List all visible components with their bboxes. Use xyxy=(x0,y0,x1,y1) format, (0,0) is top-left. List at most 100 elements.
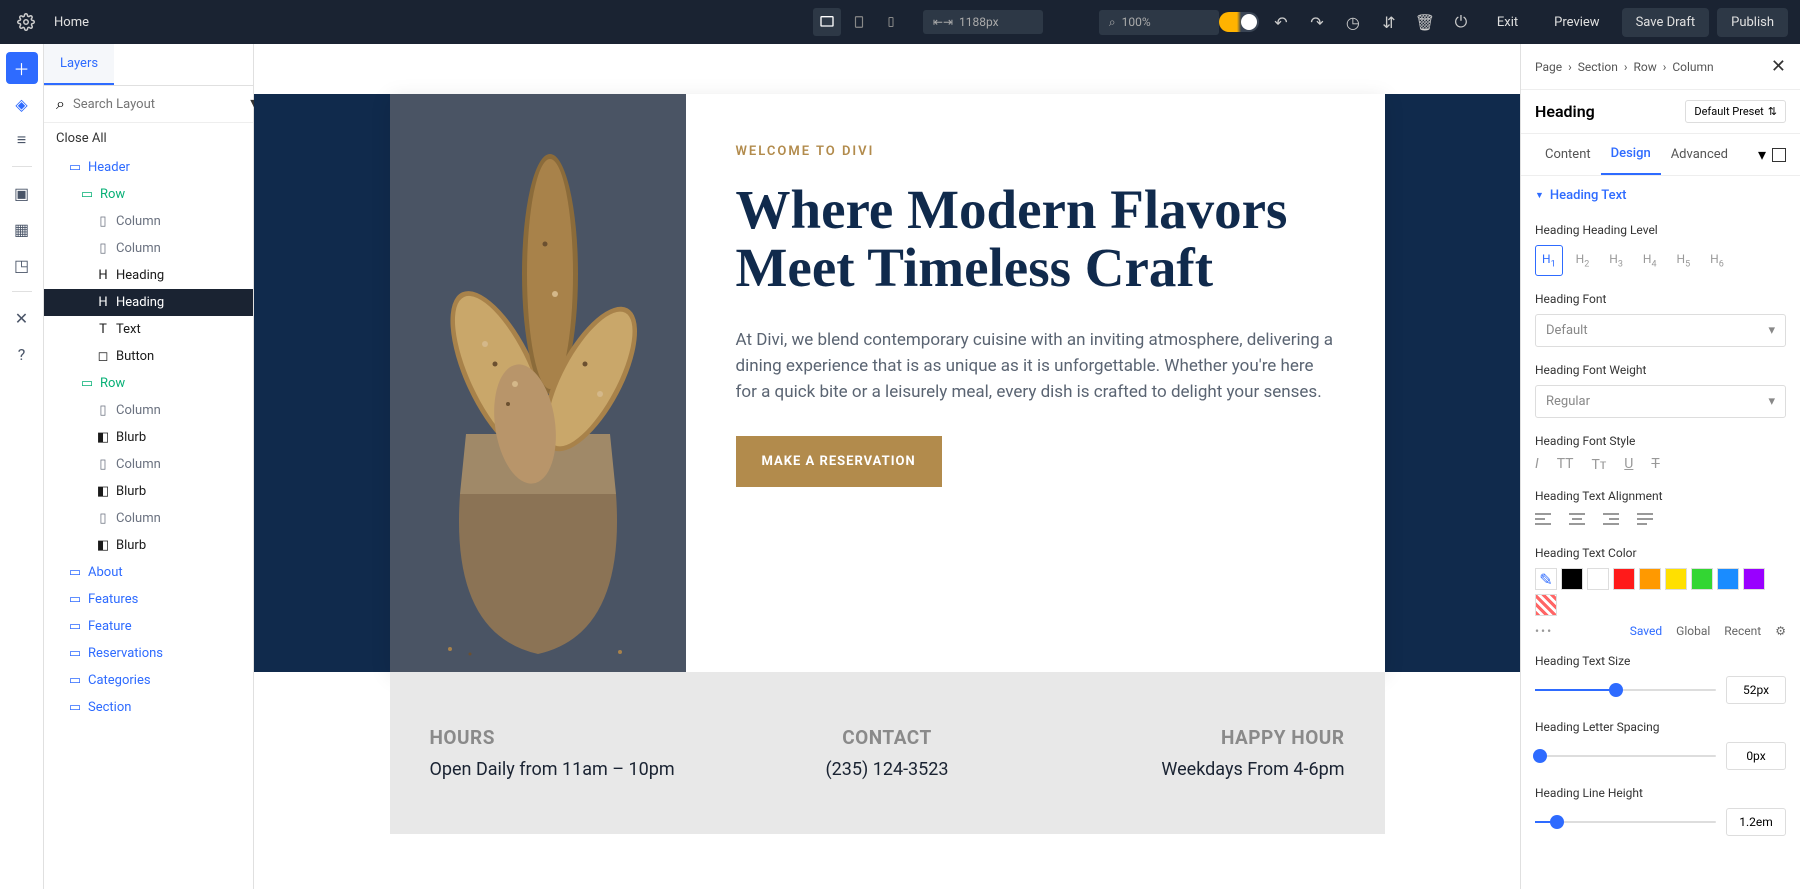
tree-item[interactable]: ▭Row xyxy=(44,370,253,397)
chevron-down-icon[interactable]: ▾ xyxy=(1758,145,1766,164)
tree-item[interactable]: HHeading xyxy=(44,289,253,316)
color-swatch[interactable] xyxy=(1587,568,1609,590)
align-left-icon[interactable] xyxy=(1535,511,1551,530)
help-icon[interactable]: ? xyxy=(6,338,38,370)
tree-item[interactable]: ▭Features xyxy=(44,586,253,613)
library-icon[interactable]: ▦ xyxy=(6,213,38,245)
main-heading[interactable]: Where Modern Flavors Meet Timeless Craft xyxy=(736,181,1335,297)
color-swatch[interactable] xyxy=(1561,568,1583,590)
tree-item[interactable]: ▭Header xyxy=(44,154,253,181)
tree-item[interactable]: ◻Button xyxy=(44,343,253,370)
tree-item[interactable]: ◧Blurb xyxy=(44,478,253,505)
underline-icon[interactable]: U xyxy=(1624,456,1633,473)
power-icon[interactable]: ⏻ xyxy=(1447,8,1475,36)
h5-button[interactable]: H5 xyxy=(1670,245,1698,276)
tree-item[interactable]: ▯Column xyxy=(44,235,253,262)
desktop-icon[interactable] xyxy=(813,8,841,36)
tree-item[interactable]: ◧Blurb xyxy=(44,424,253,451)
tree-item[interactable]: ▯Column xyxy=(44,451,253,478)
lines-icon[interactable]: ≡ xyxy=(6,124,38,156)
reservation-button[interactable]: MAKE A RESERVATION xyxy=(736,436,942,487)
colors-global-tab[interactable]: Global xyxy=(1676,624,1710,638)
h3-button[interactable]: H3 xyxy=(1602,245,1630,276)
layers-tab[interactable]: Layers xyxy=(44,44,114,85)
panel-title: Heading xyxy=(1535,102,1595,121)
color-swatch[interactable] xyxy=(1717,568,1739,590)
section-heading-text[interactable]: Heading Text xyxy=(1521,176,1800,215)
italic-icon[interactable]: I xyxy=(1535,456,1539,473)
h2-button[interactable]: H2 xyxy=(1569,245,1597,276)
close-all-button[interactable]: Close All xyxy=(44,123,253,154)
theme-toggle[interactable] xyxy=(1219,12,1259,32)
color-swatch[interactable] xyxy=(1613,568,1635,590)
color-swatch[interactable] xyxy=(1639,568,1661,590)
trash-icon[interactable]: 🗑 xyxy=(1411,8,1439,36)
tools-icon[interactable]: ✕ xyxy=(6,302,38,334)
tree-item[interactable]: ▭About xyxy=(44,559,253,586)
exit-button[interactable]: Exit xyxy=(1483,8,1532,37)
eyedropper-icon[interactable]: ✎ xyxy=(1535,568,1557,590)
import-icon[interactable]: ◳ xyxy=(6,249,38,281)
close-icon[interactable]: ✕ xyxy=(1771,56,1786,77)
spacing-input[interactable] xyxy=(1726,742,1786,770)
width-input[interactable]: ⇤⇥1188px xyxy=(923,10,1043,34)
tablet-icon[interactable] xyxy=(845,8,873,36)
save-draft-button[interactable]: Save Draft xyxy=(1622,8,1710,37)
tree-item[interactable]: TText xyxy=(44,316,253,343)
spacing-slider[interactable] xyxy=(1535,755,1716,757)
tree-item[interactable]: ◧Blurb xyxy=(44,532,253,559)
search-input[interactable] xyxy=(73,97,239,112)
weight-select[interactable]: Regular▾ xyxy=(1535,385,1786,418)
home-label[interactable]: Home xyxy=(54,15,89,30)
layers-icon[interactable]: ◈ xyxy=(6,88,38,120)
transparent-swatch[interactable] xyxy=(1535,594,1557,616)
tree-item[interactable]: ▭Reservations xyxy=(44,640,253,667)
expand-icon[interactable] xyxy=(1772,148,1786,162)
uppercase-icon[interactable]: TT xyxy=(1557,456,1574,473)
tree-item[interactable]: ▭Categories xyxy=(44,667,253,694)
more-colors-icon[interactable]: ••• xyxy=(1535,624,1553,638)
h6-button[interactable]: H6 xyxy=(1703,245,1731,276)
tree-item[interactable]: HHeading xyxy=(44,262,253,289)
preset-button[interactable]: Default Preset ⇅ xyxy=(1685,100,1786,123)
tab-design[interactable]: Design xyxy=(1601,134,1661,175)
tab-content[interactable]: Content xyxy=(1535,135,1601,174)
redo-icon[interactable]: ↷ xyxy=(1303,8,1331,36)
publish-button[interactable]: Publish xyxy=(1717,8,1788,37)
colors-saved-tab[interactable]: Saved xyxy=(1630,624,1662,638)
size-input[interactable] xyxy=(1726,676,1786,704)
lineheight-input[interactable] xyxy=(1726,808,1786,836)
tree-item[interactable]: ▯Column xyxy=(44,208,253,235)
add-icon[interactable]: ＋ xyxy=(6,52,38,84)
h1-button[interactable]: H1 xyxy=(1535,245,1563,276)
preview-button[interactable]: Preview xyxy=(1540,8,1613,37)
lineheight-slider[interactable] xyxy=(1535,821,1716,823)
color-swatch[interactable] xyxy=(1691,568,1713,590)
history-icon[interactable]: ◷ xyxy=(1339,8,1367,36)
template-icon[interactable]: ▣ xyxy=(6,177,38,209)
canvas[interactable]: WELCOME TO DIVI Where Modern Flavors Mee… xyxy=(254,44,1520,889)
align-center-icon[interactable] xyxy=(1569,511,1585,530)
color-swatch[interactable] xyxy=(1743,568,1765,590)
align-justify-icon[interactable] xyxy=(1637,511,1653,530)
tab-advanced[interactable]: Advanced xyxy=(1661,135,1738,174)
mobile-icon[interactable] xyxy=(877,8,905,36)
zoom-input[interactable]: ⌕100% xyxy=(1099,10,1219,35)
h4-button[interactable]: H4 xyxy=(1636,245,1664,276)
colors-recent-tab[interactable]: Recent xyxy=(1724,624,1761,638)
strikethrough-icon[interactable]: T xyxy=(1651,456,1659,473)
font-select[interactable]: Default▾ xyxy=(1535,314,1786,347)
color-swatch[interactable] xyxy=(1665,568,1687,590)
colors-gear-icon[interactable]: ⚙ xyxy=(1775,624,1786,638)
align-right-icon[interactable] xyxy=(1603,511,1619,530)
tree-item[interactable]: ▯Column xyxy=(44,397,253,424)
tree-item[interactable]: ▭Row xyxy=(44,181,253,208)
tree-item[interactable]: ▭Feature xyxy=(44,613,253,640)
tree-item[interactable]: ▭Section xyxy=(44,694,253,721)
sort-icon[interactable]: ⇵ xyxy=(1375,8,1403,36)
undo-icon[interactable]: ↶ xyxy=(1267,8,1295,36)
tree-item[interactable]: ▯Column xyxy=(44,505,253,532)
smallcaps-icon[interactable]: Tᴛ xyxy=(1592,456,1607,473)
gear-icon[interactable] xyxy=(12,8,40,36)
size-slider[interactable] xyxy=(1535,689,1716,691)
